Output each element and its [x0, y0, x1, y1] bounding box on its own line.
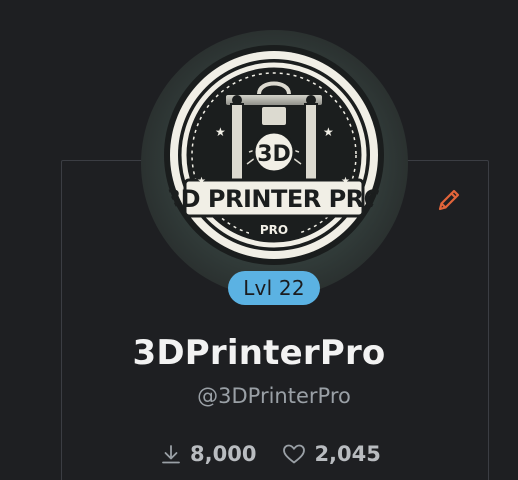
avatar-logo: 3D 3D PRINTER PRO PRO ★ ★ ★ ★ [164, 45, 384, 265]
svg-text:★: ★ [323, 125, 334, 139]
avatar-title-text: 3D PRINTER PRO [164, 185, 383, 213]
edit-profile-button[interactable] [432, 183, 466, 217]
download-icon [162, 445, 180, 464]
username: 3DPrinterPro [132, 333, 386, 373]
avatar-sub-text: PRO [260, 223, 288, 237]
likes-count: 2,045 [314, 442, 381, 466]
profile-page: 3D 3D PRINTER PRO PRO ★ ★ ★ ★ Lvl 22 3DP… [0, 0, 518, 480]
stats-row: 8,000 2,045 [160, 438, 381, 470]
svg-text:★: ★ [197, 176, 206, 187]
downloads-stat: 8,000 [160, 442, 256, 466]
svg-text:★: ★ [341, 176, 350, 187]
likes-stat: 2,045 [282, 442, 381, 466]
heart-icon [283, 444, 306, 464]
downloads-count: 8,000 [190, 442, 257, 466]
user-handle: @3DPrinterPro [197, 384, 351, 408]
avatar-badge-text: 3D [257, 142, 291, 167]
avatar[interactable]: 3D 3D PRINTER PRO PRO ★ ★ ★ ★ [163, 44, 385, 266]
pencil-icon [438, 189, 460, 211]
level-badge: Lvl 22 [228, 271, 320, 305]
svg-text:★: ★ [215, 125, 226, 139]
